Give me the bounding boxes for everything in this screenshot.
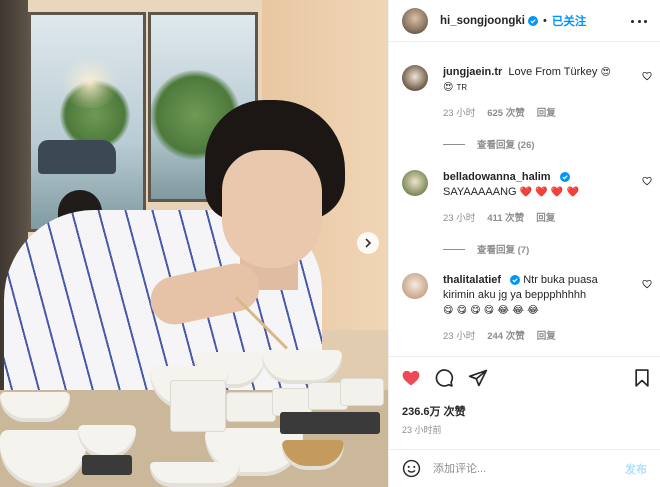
paper-plane-icon[interactable]	[468, 368, 488, 388]
post-header: hi_songjoongki • 已关注	[389, 0, 660, 42]
comment-meta: 23 小时 411 次赞 回复	[443, 210, 652, 224]
comment-text: SAYAAAAANG	[443, 186, 517, 198]
view-replies-label: 查看回复 (26)	[477, 140, 535, 151]
view-replies-button[interactable]: 查看回复 (7)	[443, 242, 652, 256]
post-timestamp[interactable]: 23 小时前	[402, 423, 442, 436]
comment-text: Love From Türkey	[508, 66, 598, 78]
face	[222, 150, 322, 268]
heart-outline-icon[interactable]	[642, 279, 652, 289]
author-username[interactable]: hi_songjoongki	[440, 15, 525, 27]
comment-likes[interactable]: 625 次赞	[487, 105, 525, 119]
view-replies-label: 查看回复 (7)	[477, 245, 530, 256]
separator-dot: •	[542, 14, 547, 27]
sauce-tray	[280, 412, 380, 434]
comment-emoji: ❤️ ❤️ ❤️ ❤️	[519, 187, 579, 198]
smiley-icon[interactable]	[402, 459, 421, 478]
comment-time[interactable]: 23 小时	[443, 105, 475, 119]
side-dish	[340, 378, 384, 406]
comment-item: jungjaein.tr Love From Türkey 😍 😍 TR 23 …	[402, 65, 652, 151]
verified-badge-icon	[510, 275, 521, 286]
side-dish	[226, 392, 276, 422]
comment-emoji: 😋 😋 😋 😋 😂 😂 😂	[443, 305, 539, 316]
heart-filled-icon[interactable]	[401, 368, 421, 388]
cup	[170, 380, 226, 432]
post-actions: 236.6万 次赞 23 小时前	[389, 356, 660, 449]
reply-button[interactable]: 回复	[536, 210, 555, 224]
comment-likes[interactable]: 411 次赞	[487, 210, 524, 224]
comment-emoji: 😍	[600, 67, 611, 78]
chandelier	[58, 58, 122, 108]
reply-button[interactable]: 回复	[537, 105, 556, 119]
comment-meta: 23 小时 244 次赞 回复	[443, 328, 652, 342]
comment-meta: 23 小时 625 次赞 回复	[443, 105, 652, 119]
comments-list: jungjaein.tr Love From Türkey 😍 😍 TR 23 …	[389, 43, 660, 355]
more-options-button[interactable]	[631, 13, 647, 29]
comment-input[interactable]	[433, 462, 623, 475]
author-avatar[interactable]	[402, 7, 428, 34]
heart-outline-icon[interactable]	[642, 176, 652, 186]
comment-time[interactable]: 23 小时	[443, 210, 475, 224]
post-side-panel: hi_songjoongki • 已关注 jungjaein.tr Love F…	[388, 0, 660, 487]
comment-time[interactable]: 23 小时	[443, 328, 475, 342]
post-comment-button[interactable]: 发布	[625, 461, 647, 477]
add-comment-bar: 发布	[389, 449, 660, 487]
comment-emoji: 😍	[443, 82, 454, 93]
comment-item: thalitalatief Ntr buka puasa kirimin aku…	[402, 273, 652, 342]
likes-count[interactable]: 236.6万 次赞	[402, 403, 466, 419]
comment-extra: TR	[456, 83, 468, 92]
commenter-username[interactable]: thalitalatief	[443, 274, 501, 286]
commenter-username[interactable]: jungjaein.tr	[443, 66, 502, 78]
heart-outline-icon[interactable]	[642, 71, 652, 81]
post-image[interactable]	[0, 0, 388, 487]
verified-badge-icon	[559, 172, 570, 183]
background-car	[38, 140, 116, 174]
chevron-right-icon	[365, 238, 372, 248]
divider-line	[443, 143, 465, 145]
comment-item: belladowanna_halim SAYAAAAANG ❤️ ❤️ ❤️ ❤…	[402, 170, 652, 256]
bookmark-icon[interactable]	[632, 368, 652, 388]
view-replies-button[interactable]: 查看回复 (26)	[443, 137, 652, 151]
comment-bubble-icon[interactable]	[434, 368, 454, 388]
divider-line	[443, 248, 465, 250]
comment-likes[interactable]: 244 次赞	[487, 328, 525, 342]
commenter-username[interactable]: belladowanna_halim	[443, 171, 551, 183]
next-image-button[interactable]	[357, 232, 379, 254]
commenter-avatar[interactable]	[402, 65, 428, 91]
commenter-avatar[interactable]	[402, 273, 428, 299]
follow-status-button[interactable]: 已关注	[552, 13, 587, 29]
commenter-avatar[interactable]	[402, 170, 428, 196]
more-horizontal-icon	[631, 19, 634, 23]
reply-button[interactable]: 回复	[537, 328, 556, 342]
verified-badge-icon	[527, 15, 538, 26]
sauce-tray	[82, 455, 132, 475]
bowl	[150, 462, 240, 487]
bowl	[262, 350, 342, 384]
